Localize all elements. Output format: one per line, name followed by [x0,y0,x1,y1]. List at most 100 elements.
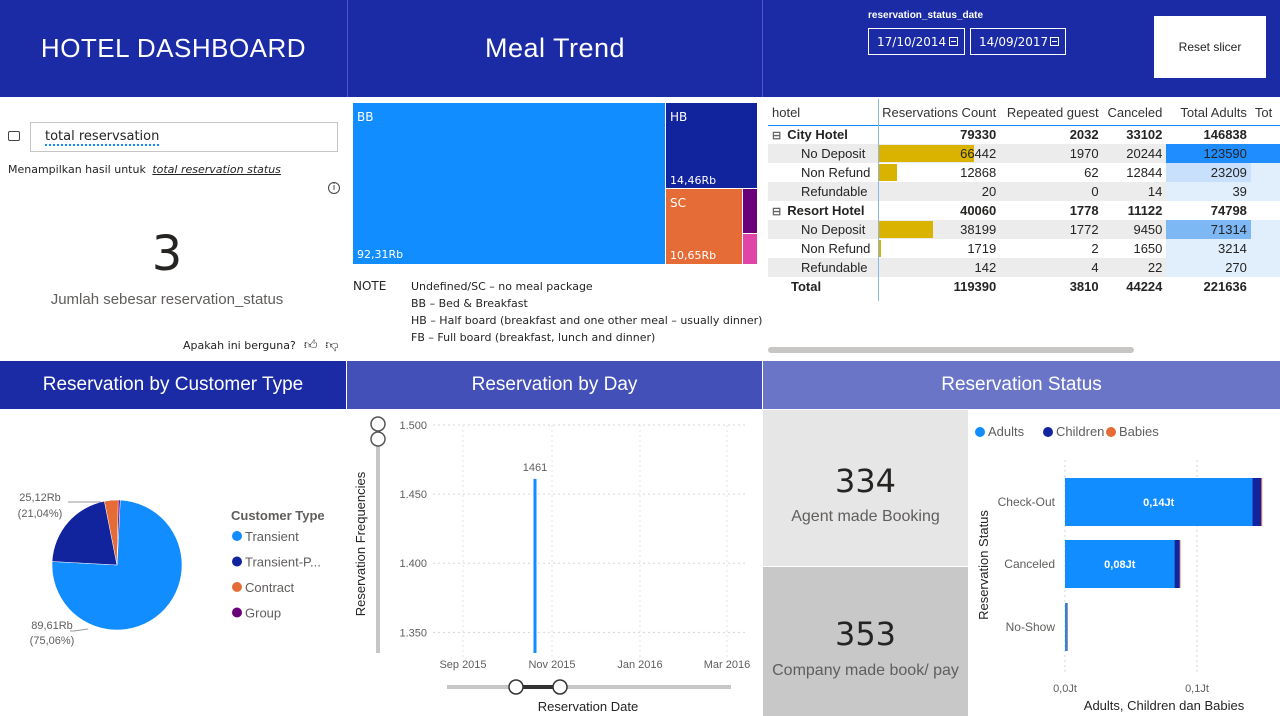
matrix-row-label[interactable]: Non Refund [768,163,878,182]
matrix-cell[interactable]: 9450 [1103,220,1167,239]
qa-icon[interactable] [8,131,20,141]
info-icon[interactable]: i [328,182,340,194]
matrix-cell[interactable]: 1650 [1103,239,1167,258]
thumbs-down-icon[interactable]: 👎︎ [325,338,338,353]
matrix-row-label[interactable]: Non Refund [768,239,878,258]
matrix-group-row[interactable]: ⊟ City Hotel 79330 2032 33102 146838 [768,125,1280,144]
matrix-cell[interactable]: 40060 [878,201,1000,220]
matrix-cell[interactable] [1251,277,1280,296]
matrix-cell[interactable]: 221636 [1166,277,1251,296]
calendar-icon[interactable] [1050,37,1059,46]
matrix-cell[interactable]: 119390 [878,277,1000,296]
matrix-row-label[interactable]: ⊟ Resort Hotel [768,201,878,220]
matrix-horizontal-scrollbar[interactable] [768,347,1134,353]
matrix-cell[interactable] [1251,201,1280,220]
matrix-group-row[interactable]: ⊟ Resort Hotel 40060 1778 11122 74798 [768,201,1280,220]
matrix-cell[interactable]: 2 [1000,239,1102,258]
bar-segment[interactable] [1067,603,1068,651]
pie-legend-item[interactable]: Contract [245,580,295,595]
matrix-cell[interactable]: 270 [1166,258,1251,277]
matrix-cell[interactable] [1250,144,1280,163]
matrix-cell[interactable]: 33102 [1103,125,1167,144]
x-zoom-slider-handle[interactable] [508,679,524,695]
matrix-row-label[interactable]: No Deposit [768,220,878,239]
matrix-col-header[interactable]: Reservations Count [878,99,1000,125]
matrix-cell[interactable]: 22 [1103,258,1167,277]
matrix-cell[interactable]: 74798 [1166,201,1251,220]
treemap-bb[interactable]: BB 92,31Rb [353,103,665,264]
matrix-row-label[interactable]: No Deposit [768,144,878,163]
bar-segment[interactable] [1179,540,1181,588]
x-zoom-slider-handle[interactable] [552,679,568,695]
y-zoom-slider-handle[interactable] [370,416,386,432]
matrix-cell[interactable]: 1778 [1000,201,1102,220]
date-to-field[interactable]: 14/09/2017 [970,28,1066,55]
matrix-col-header[interactable]: hotel [768,99,878,125]
matrix-cell[interactable]: 20 [878,182,1000,201]
matrix-cell[interactable]: 142 [878,258,1000,277]
matrix-row-label[interactable]: Refundable [768,182,878,201]
calendar-icon[interactable] [949,37,958,46]
matrix-cell[interactable]: 2032 [1000,125,1102,144]
matrix-cell[interactable]: 12868 [878,163,1000,182]
matrix-cell[interactable]: 44224 [1103,277,1167,296]
matrix-row-label[interactable]: Refundable [768,258,878,277]
bar-segment[interactable] [1252,478,1262,526]
pie-legend-item[interactable]: Transient [245,529,299,544]
matrix-cell[interactable]: 1719 [878,239,1000,258]
qa-search-input[interactable]: total reservsation [30,122,338,152]
matrix-cell[interactable] [1250,163,1280,182]
matrix-row[interactable]: Refundable 20 0 14 39 [768,182,1280,201]
matrix-col-header[interactable]: Canceled [1103,99,1167,125]
bar-segment[interactable] [1174,540,1180,588]
matrix-cell[interactable]: 20244 [1103,144,1167,163]
bar-segment[interactable] [1261,478,1263,526]
bar-legend-item[interactable]: Adults [988,424,1025,439]
matrix-row[interactable]: Refundable 142 4 22 270 [768,258,1280,277]
matrix-row[interactable]: Non Refund 1719 2 1650 3214 [768,239,1280,258]
matrix-cell[interactable]: 146838 [1166,125,1251,144]
treemap-hb[interactable]: HB 14,46Rb [666,103,757,188]
matrix-col-header[interactable]: Tot [1251,99,1280,125]
treemap-sc[interactable]: SC 10,65Rb [666,189,742,264]
matrix-cell[interactable] [1250,182,1280,201]
matrix-cell[interactable]: 0 [1000,182,1102,201]
matrix-cell[interactable] [1250,239,1280,258]
matrix-cell[interactable] [1251,125,1280,144]
pie-legend-item[interactable]: Transient-P... [245,555,321,570]
collapse-icon[interactable]: ⊟ [772,206,781,218]
matrix-row[interactable]: Non Refund 12868 62 12844 23209 [768,163,1280,182]
bar-segment[interactable] [1065,603,1067,651]
matrix-cell[interactable]: 3214 [1166,239,1251,258]
matrix-cell[interactable]: 66442 [878,144,1000,163]
matrix-cell[interactable]: 1970 [1000,144,1102,163]
matrix-cell[interactable]: 14 [1103,182,1167,201]
matrix-cell[interactable]: 39 [1166,182,1251,201]
matrix-row[interactable]: No Deposit 38199 1772 9450 71314 [768,220,1280,239]
y-zoom-slider-handle[interactable] [370,431,386,447]
treemap-other[interactable] [743,234,757,264]
qa-result-link[interactable]: total reservation status [152,163,281,176]
matrix-cell[interactable]: 12844 [1103,163,1167,182]
matrix-cell[interactable]: 38199 [878,220,1000,239]
matrix-row-label[interactable]: ⊟ City Hotel [768,125,878,144]
matrix-total-row[interactable]: Total 119390 3810 44224 221636 [768,277,1280,296]
matrix-cell[interactable]: 123590 [1166,144,1251,163]
bar-legend-item[interactable]: Children [1056,424,1104,439]
matrix-cell[interactable] [1250,220,1280,239]
matrix-cell[interactable]: 71314 [1166,220,1251,239]
matrix-cell[interactable] [1250,258,1280,277]
collapse-icon[interactable]: ⊟ [772,130,781,142]
thumbs-up-icon[interactable]: 👍︎ [304,338,318,353]
matrix-col-header[interactable]: Repeated guest [1000,99,1102,125]
matrix-row-label[interactable]: Total [768,277,878,296]
date-from-field[interactable]: 17/10/2014 [868,28,965,55]
matrix-cell[interactable]: 4 [1000,258,1102,277]
pie-legend-item[interactable]: Group [245,606,281,621]
matrix-cell[interactable]: 3810 [1000,277,1102,296]
matrix-cell[interactable]: 79330 [878,125,1000,144]
bar-legend-item[interactable]: Babies [1119,424,1159,439]
matrix-cell[interactable]: 1772 [1000,220,1102,239]
matrix-row[interactable]: No Deposit 66442 1970 20244 123590 [768,144,1280,163]
matrix-col-header[interactable]: Total Adults [1166,99,1251,125]
